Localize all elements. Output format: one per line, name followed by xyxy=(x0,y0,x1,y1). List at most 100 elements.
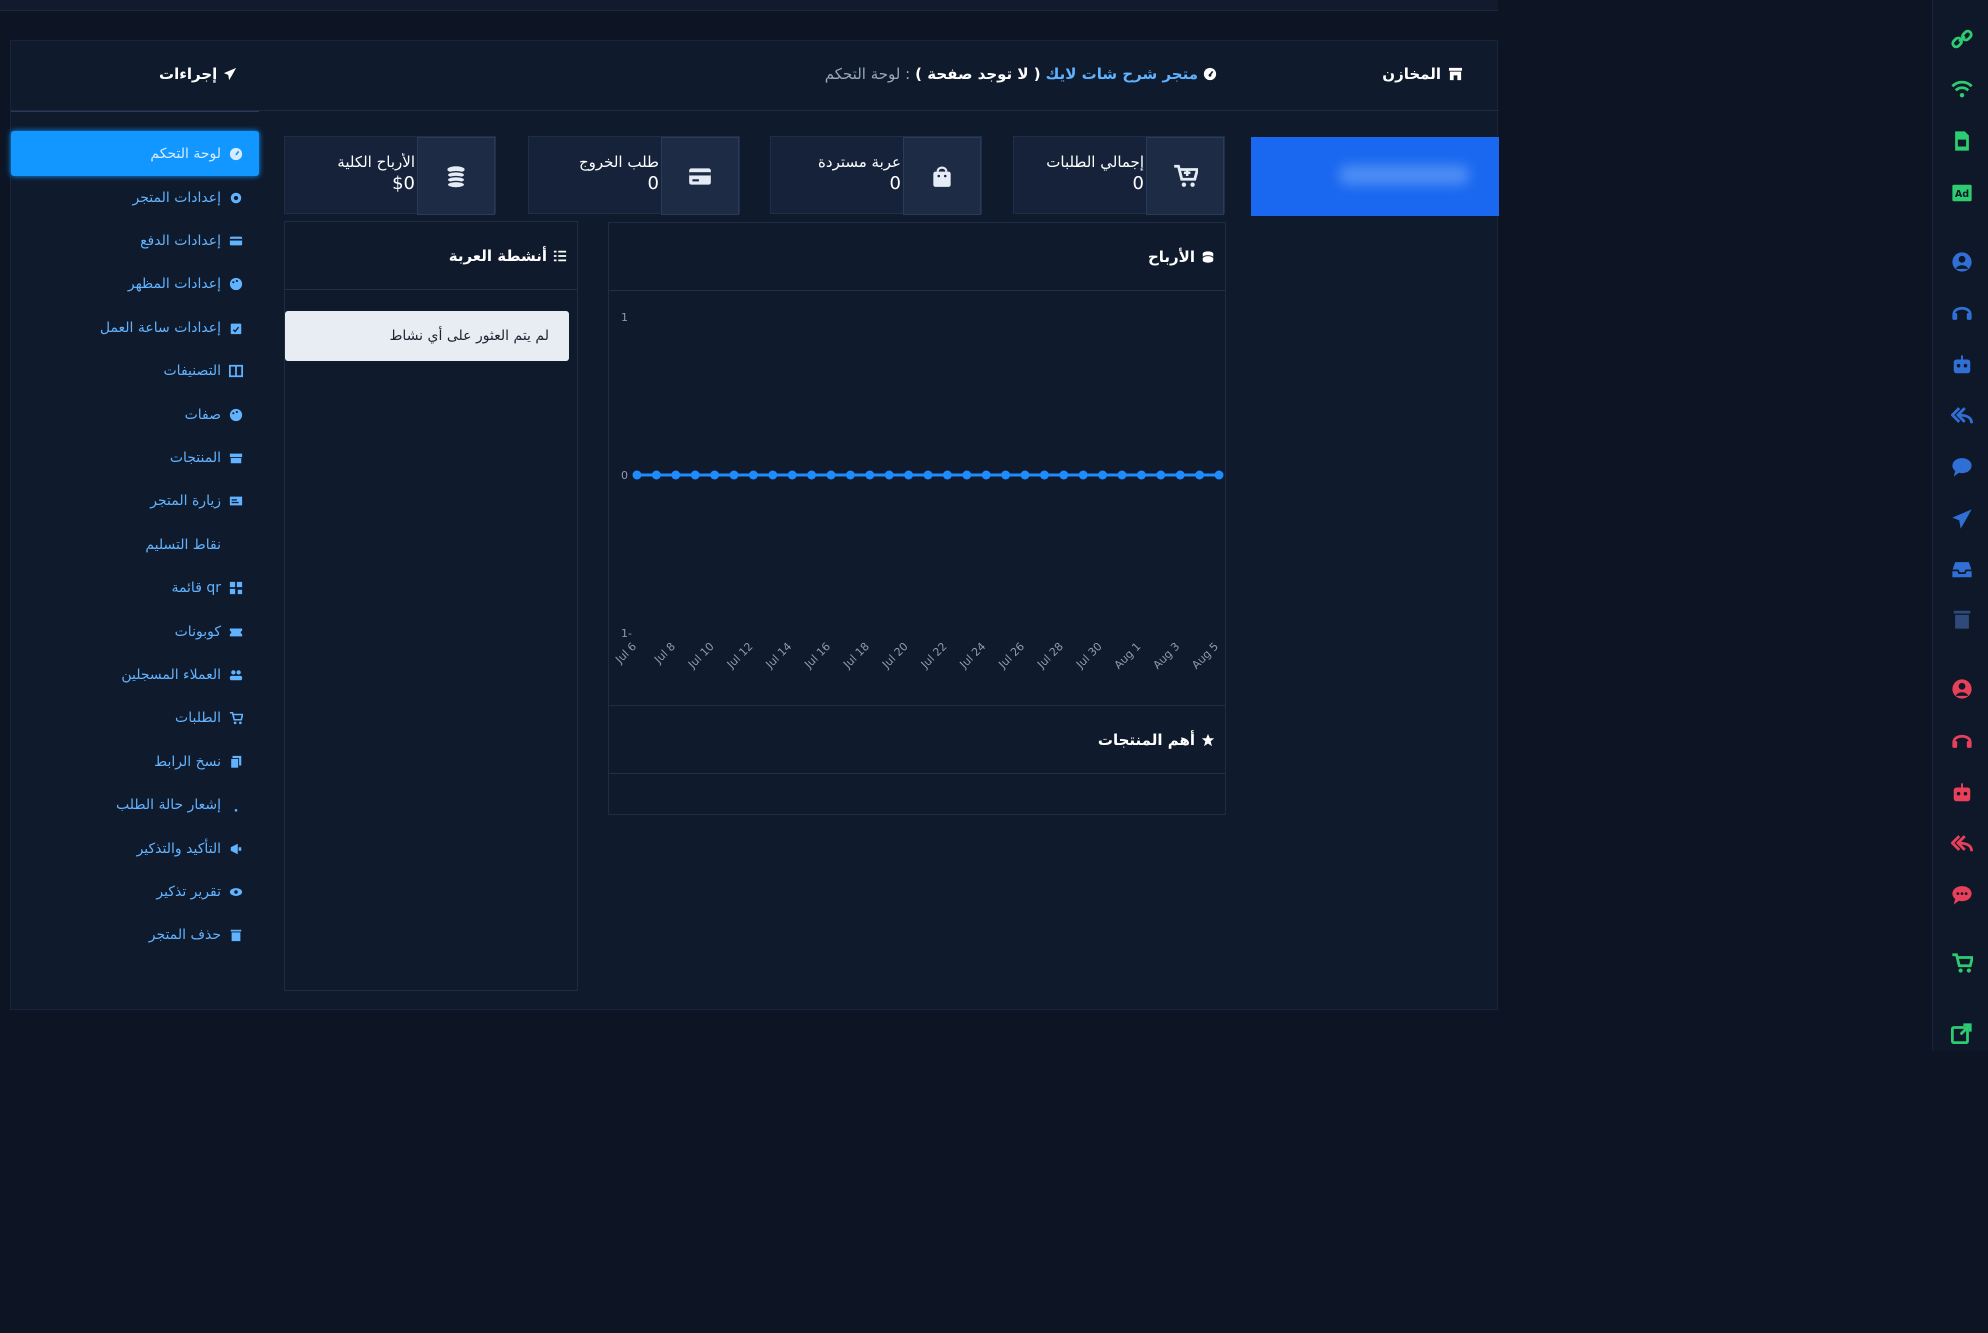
stat-card-label: عربة مستردة xyxy=(818,153,901,171)
data-point[interactable] xyxy=(1039,470,1049,480)
data-point[interactable] xyxy=(904,470,914,480)
robot-icon[interactable] xyxy=(1951,782,1973,804)
data-point[interactable] xyxy=(1195,470,1205,480)
sidebar-item[interactable]: حذف المتجر xyxy=(11,914,259,957)
data-point[interactable] xyxy=(729,470,739,480)
sidebar-icon-wrap xyxy=(229,711,243,725)
x-tick-label: Aug 1 xyxy=(1112,640,1144,672)
sidebar-icon-wrap xyxy=(229,191,243,205)
stat-card-label: طلب الخروج xyxy=(578,153,659,171)
store-name-link[interactable]: متجر شرح شات لايك xyxy=(1046,65,1198,83)
sim-icon[interactable] xyxy=(1951,130,1973,152)
no-page-label: ( لا توجد صفحة ) xyxy=(915,65,1041,83)
svg-text:Ad: Ad xyxy=(1955,189,1969,200)
data-point[interactable] xyxy=(632,470,642,480)
data-point[interactable] xyxy=(826,470,836,480)
sidebar-icon-wrap xyxy=(229,581,243,595)
x-tick-label: Jul 16 xyxy=(801,640,833,672)
trash-icon[interactable] xyxy=(1951,608,1973,630)
data-point[interactable] xyxy=(884,470,894,480)
reply-all-icon[interactable] xyxy=(1951,404,1973,426)
map-pin-icon xyxy=(234,541,238,545)
sidebar-item[interactable]: التصنيفات xyxy=(11,350,259,393)
sidebar-item[interactable]: التأكيد والتذكير xyxy=(11,827,259,870)
stat-card-value: 0 xyxy=(1132,173,1144,194)
headset-icon[interactable] xyxy=(1951,302,1973,324)
stat-card-label: الأرباح الكلية xyxy=(337,153,415,171)
sidebar-icon-wrap xyxy=(229,625,243,639)
data-point[interactable] xyxy=(807,470,817,480)
data-point[interactable] xyxy=(1175,470,1185,480)
user-circle-icon[interactable] xyxy=(1951,678,1973,700)
users-icon xyxy=(229,670,243,681)
actions-header: إجراءات xyxy=(159,65,237,83)
sidebar-item[interactable]: إعدادات المتجر xyxy=(11,176,259,219)
cart-activity-title: أنشطة العربة xyxy=(448,246,547,265)
data-point[interactable] xyxy=(1020,470,1030,480)
actions-label: إجراءات xyxy=(159,65,218,83)
sidebar-item[interactable]: كوبونات xyxy=(11,610,259,653)
data-point[interactable] xyxy=(1078,470,1088,480)
comment-icon[interactable] xyxy=(1951,456,1973,478)
sidebar-item[interactable]: إعدادات المظهر xyxy=(11,263,259,306)
data-point[interactable] xyxy=(1098,470,1108,480)
data-point[interactable] xyxy=(865,470,875,480)
sidebar-item[interactable]: نقاط التسليم xyxy=(11,523,259,566)
top-products-header: أهم المنتجات xyxy=(609,706,1225,774)
comments-icon[interactable] xyxy=(1951,884,1973,906)
wifi-icon[interactable] xyxy=(1951,78,1973,100)
x-tick-label: Jul 28 xyxy=(1034,640,1066,672)
gear-icon xyxy=(230,192,242,203)
x-tick-label: Jul 22 xyxy=(918,640,950,672)
paper-plane-icon[interactable] xyxy=(1951,508,1973,530)
headset-icon[interactable] xyxy=(1951,730,1973,752)
sidebar-item[interactable]: العملاء المسجلين xyxy=(11,653,259,696)
ad-icon[interactable]: Ad xyxy=(1951,182,1973,204)
sidebar-item[interactable]: إعدادات ساعة العمل xyxy=(11,306,259,349)
sidebar-item[interactable]: المنتجات xyxy=(11,436,259,479)
data-point[interactable] xyxy=(1156,470,1166,480)
share-icon[interactable] xyxy=(1951,1022,1973,1044)
copy-icon xyxy=(230,755,242,769)
sidebar-item[interactable]: صفات xyxy=(11,393,259,436)
sidebar-item[interactable]: الطلبات xyxy=(11,697,259,740)
data-point[interactable] xyxy=(1117,470,1127,480)
sidebar-item[interactable]: لوحة التحكم xyxy=(11,131,259,176)
data-point[interactable] xyxy=(845,470,855,480)
stat-card-label: إجمالي الطلبات xyxy=(1046,153,1144,171)
data-point[interactable] xyxy=(1136,470,1146,480)
data-point[interactable] xyxy=(671,470,681,480)
warehouses-link[interactable]: المخازن xyxy=(1382,65,1463,83)
data-point[interactable] xyxy=(710,470,720,480)
top-products-box: أهم المنتجات xyxy=(608,705,1226,815)
data-point[interactable] xyxy=(942,470,952,480)
store-icon xyxy=(1448,67,1463,81)
sidebar-item[interactable]: قائمة qr xyxy=(11,567,259,610)
data-point[interactable] xyxy=(1059,470,1069,480)
data-point[interactable] xyxy=(748,470,758,480)
data-point[interactable] xyxy=(768,470,778,480)
robot-icon[interactable] xyxy=(1951,354,1973,376)
data-point[interactable] xyxy=(1001,470,1011,480)
sidebar-item[interactable]: تقرير تذكير xyxy=(11,870,259,913)
sidebar-item[interactable]: زيارة المتجر xyxy=(11,480,259,523)
data-point[interactable] xyxy=(1214,470,1224,480)
link-icon[interactable] xyxy=(1951,28,1973,50)
inbox-icon[interactable] xyxy=(1951,558,1973,580)
sidebar-item[interactable]: إعدادات الدفع xyxy=(11,219,259,262)
data-point[interactable] xyxy=(787,470,797,480)
sidebar-item[interactable]: نسخ الرابط xyxy=(11,740,259,783)
coupon-icon xyxy=(229,628,243,636)
data-point[interactable] xyxy=(962,470,972,480)
data-point[interactable] xyxy=(651,470,661,480)
reply-all-icon[interactable] xyxy=(1951,832,1973,854)
data-point[interactable] xyxy=(690,470,700,480)
profits-title: الأرباح xyxy=(1147,247,1195,266)
sidebar-item[interactable]: إشعار حالة الطلب xyxy=(11,783,259,826)
stat-card-iconbox xyxy=(903,137,981,215)
data-point[interactable] xyxy=(923,470,933,480)
user-circle-icon[interactable] xyxy=(1951,251,1973,273)
cart-icon[interactable] xyxy=(1951,952,1973,974)
y-tick-label: 1- xyxy=(621,627,632,640)
data-point[interactable] xyxy=(981,470,991,480)
